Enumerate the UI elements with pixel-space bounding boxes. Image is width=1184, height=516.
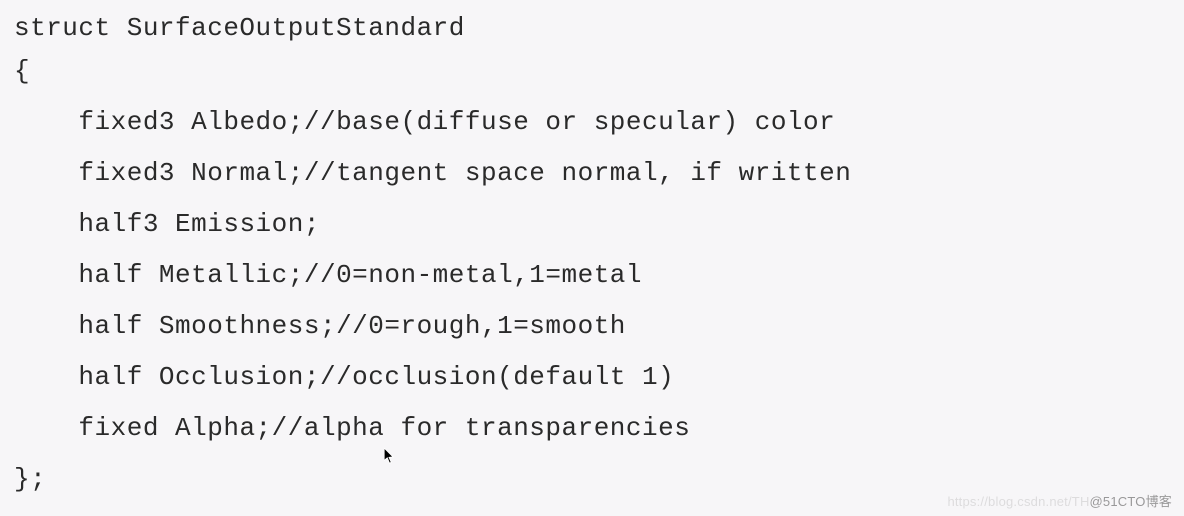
code-line-close-brace: }; — [14, 464, 46, 494]
code-line-member: half Occlusion;//occlusion(default 1) — [14, 362, 674, 392]
code-line-member: fixed Alpha;//alpha for transparencies — [14, 413, 690, 443]
code-block: struct SurfaceOutputStandard { fixed3 Alb… — [0, 0, 1184, 505]
code-line-member: fixed3 Normal;//tangent space normal, if… — [14, 158, 851, 188]
code-line-member: half Smoothness;//0=rough,1=smooth — [14, 311, 626, 341]
code-line-open-brace: { — [14, 56, 30, 86]
code-line-member: half Metallic;//0=non-metal,1=metal — [14, 260, 642, 290]
watermark: https://blog.csdn.net/TH@51CTO博客 — [947, 491, 1172, 510]
code-line-member: half3 Emission; — [14, 209, 320, 239]
code-line-declaration: struct SurfaceOutputStandard — [14, 0, 1184, 46]
watermark-faint-text: https://blog.csdn.net/TH — [947, 494, 1089, 509]
code-line-member: fixed3 Albedo;//base(diffuse or specular… — [14, 107, 835, 137]
watermark-strong-text: @51CTO博客 — [1090, 494, 1172, 509]
